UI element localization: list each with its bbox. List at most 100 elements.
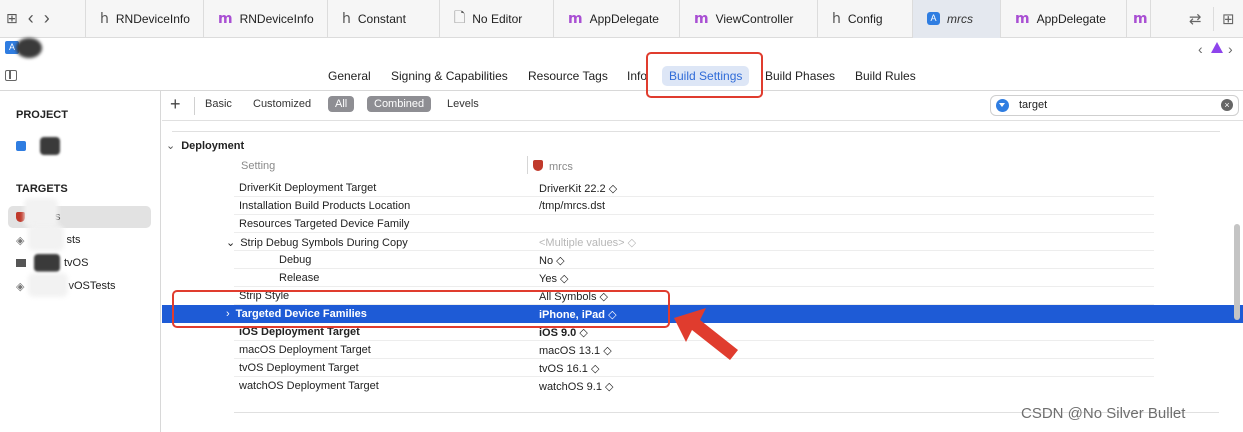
test-target-icon: ◈ <box>16 280 25 293</box>
group-deployment[interactable]: ⌄ Deployment <box>166 139 244 152</box>
warning-triangle-icon[interactable] <box>1211 42 1223 53</box>
filter-icon <box>996 99 1009 112</box>
setting-value[interactable]: tvOS 16.1 ◇ <box>539 362 599 375</box>
setting-value[interactable]: watchOS 9.1 ◇ <box>539 380 614 393</box>
divider <box>527 156 528 174</box>
tab-build-phases[interactable]: Build Phases <box>765 69 835 83</box>
document-icon: 🗋 <box>454 9 466 26</box>
window-tab[interactable]: h Config <box>818 0 913 38</box>
setting-value[interactable]: macOS 13.1 ◇ <box>539 344 612 357</box>
window-tab[interactable]: h Constant <box>328 0 440 38</box>
setting-value[interactable]: /tmp/mrcs.dst <box>539 200 605 212</box>
view-combined-button[interactable]: Combined <box>367 96 432 112</box>
setting-row[interactable]: Release Yes ◇ <box>162 269 1243 287</box>
setting-key: tvOS Deployment Target <box>239 362 359 374</box>
divider <box>194 97 195 115</box>
setting-row[interactable]: Installation Build Products Location /tm… <box>162 197 1243 215</box>
header-file-icon: h <box>100 10 109 27</box>
sidebar-toggle-icon[interactable] <box>5 70 17 81</box>
clear-search-icon[interactable]: × <box>1221 99 1233 111</box>
window-tab-label: AppDelegate <box>1036 11 1106 26</box>
window-tab-label: No Editor <box>472 11 523 26</box>
window-tab[interactable]: m ViewController <box>680 0 818 38</box>
filter-all-button[interactable]: All <box>328 96 355 112</box>
setting-key: ⌄ Strip Debug Symbols During Copy <box>226 236 408 249</box>
setting-row[interactable]: Debug No ◇ <box>162 251 1243 269</box>
chevron-left-icon[interactable]: ‹ <box>28 8 34 29</box>
window-tab[interactable]: 🗋 No Editor <box>440 0 554 38</box>
window-tab-label: ViewController <box>715 11 794 26</box>
grid-icon[interactable]: ⊞ <box>6 10 18 27</box>
xcode-project-icon: A <box>927 12 940 25</box>
setting-value[interactable]: Yes ◇ <box>539 272 568 285</box>
window-tab[interactable]: m RNDeviceInfo <box>204 0 328 38</box>
filter-customized-button[interactable]: Customized <box>253 98 311 110</box>
group-title: Deployment <box>181 140 245 152</box>
chevron-down-icon[interactable]: ⌄ <box>226 237 235 249</box>
project-item[interactable] <box>8 135 151 157</box>
target-label: vOSTests <box>68 280 116 292</box>
project-navigator: PROJECT TARGETS s ◈ sts tvOS ◈ vOSTests <box>0 91 161 432</box>
tab-signing-capabilities[interactable]: Signing & Capabilities <box>391 69 508 83</box>
settings-search-field[interactable]: target × <box>990 95 1239 116</box>
redacted-target-name <box>34 254 60 272</box>
setting-key-label: Strip Debug Symbols During Copy <box>240 237 408 249</box>
objc-file-icon: m <box>1015 10 1030 27</box>
window-tab-overflow[interactable]: m <box>1127 0 1151 38</box>
xcode-project-icon <box>16 141 26 151</box>
target-name: mrcs <box>549 161 573 173</box>
divider <box>1213 7 1214 31</box>
setting-row[interactable]: watchOS Deployment Target watchOS 9.1 ◇ <box>162 377 1243 395</box>
jump-bar: A ‹ › <box>0 38 1243 62</box>
tab-general[interactable]: General <box>328 69 371 83</box>
swap-arrows-icon[interactable]: ⇄ <box>1189 0 1202 38</box>
navigation-controls: ⊞ ‹ › <box>0 0 86 38</box>
tab-resource-tags[interactable]: Resource Tags <box>528 69 608 83</box>
target-label: sts <box>66 234 81 246</box>
setting-row[interactable]: ⌄ Strip Debug Symbols During Copy <Multip… <box>162 233 1243 251</box>
chevron-right-icon[interactable]: › <box>1228 41 1233 57</box>
target-item-selected[interactable]: s <box>8 198 151 228</box>
setting-row[interactable]: Resources Targeted Device Family <box>162 215 1243 233</box>
target-item[interactable]: ◈ sts <box>8 225 151 251</box>
redacted-target-name <box>24 198 58 228</box>
chevron-left-icon[interactable]: ‹ <box>1198 41 1203 57</box>
split-editor-icon[interactable]: ⊞ <box>1222 0 1235 38</box>
header-file-icon: h <box>832 10 841 27</box>
tab-info[interactable]: Info <box>627 69 647 83</box>
tv-target-icon <box>16 259 26 267</box>
window-tab-label: Constant <box>357 11 406 26</box>
window-tab-active[interactable]: A mrcs <box>913 0 1001 38</box>
redacted-target-name <box>28 225 64 251</box>
window-tab-bar: ⊞ ‹ › h RNDeviceInfo m RNDeviceInfo h Co… <box>0 0 1243 38</box>
vertical-scrollbar[interactable] <box>1234 224 1240 320</box>
test-target-icon: ◈ <box>16 234 25 247</box>
build-settings-table: ⌄ Deployment Setting mrcs DriverKit Deplo… <box>162 122 1243 432</box>
view-levels-button[interactable]: Levels <box>447 98 479 110</box>
redacted-target-name <box>28 273 68 297</box>
annotation-highlight-targeted-device-families <box>172 290 670 328</box>
window-tab[interactable]: h RNDeviceInfo <box>86 0 204 38</box>
target-item[interactable]: ◈ vOSTests <box>8 273 151 297</box>
setting-value[interactable]: <Multiple values> ◇ <box>539 236 636 249</box>
editor-tab-bar: General Signing & Capabilities Resource … <box>0 62 1243 90</box>
setting-row[interactable]: DriverKit Deployment Target DriverKit 22… <box>162 179 1243 197</box>
add-setting-button[interactable]: + <box>170 94 181 115</box>
search-input[interactable]: target <box>1019 99 1047 111</box>
window-tab-label: AppDelegate <box>589 11 659 26</box>
window-tab[interactable]: m AppDelegate <box>554 0 680 38</box>
setting-value[interactable]: No ◇ <box>539 254 565 267</box>
objc-file-icon: m <box>1133 10 1148 27</box>
setting-key: DriverKit Deployment Target <box>239 182 377 194</box>
filter-basic-button[interactable]: Basic <box>205 98 232 110</box>
window-tab[interactable]: m AppDelegate <box>1001 0 1127 38</box>
setting-key: watchOS Deployment Target <box>239 380 379 392</box>
setting-key: Debug <box>279 254 312 266</box>
objc-file-icon: m <box>218 10 233 27</box>
chevron-right-icon[interactable]: › <box>44 8 50 29</box>
target-label: tvOS <box>64 257 89 269</box>
tab-build-rules[interactable]: Build Rules <box>855 69 916 83</box>
target-item[interactable]: tvOS <box>8 252 151 274</box>
setting-value[interactable]: DriverKit 22.2 ◇ <box>539 182 617 195</box>
window-tab-label: RNDeviceInfo <box>239 11 314 26</box>
